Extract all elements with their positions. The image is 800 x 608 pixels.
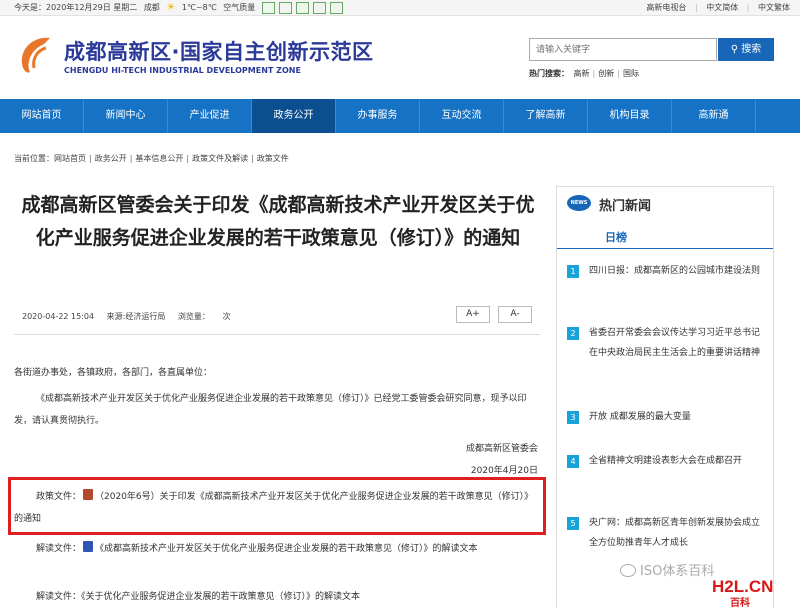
top-info-bar: 今天是：2020年12月29日 星期二 成都 ☀ 1℃~8℃ 空气质量 高新电视…: [0, 0, 800, 16]
accessibility-tool-icon[interactable]: [278, 2, 292, 14]
interpretation-file-label: 解读文件：: [36, 592, 82, 602]
accessibility-tool-icon[interactable]: [295, 2, 309, 14]
breadcrumb-item[interactable]: 基本信息公开: [135, 154, 183, 163]
nav-services[interactable]: 办事服务: [336, 99, 420, 133]
interpretation-file-line: 解读文件：《关于优化产业服务促进企业发展的若干政策意见（修订）》的解读文本: [14, 586, 538, 608]
hot-news-link[interactable]: 开放 成都发展的最大变量: [567, 407, 763, 427]
article-views-unit: 次: [222, 312, 231, 321]
tab-daily-label: 日榜: [605, 231, 627, 244]
breadcrumb-item[interactable]: 政务公开: [95, 154, 127, 163]
rank-number: 4: [567, 455, 579, 468]
site-subtitle: CHENGDU HI-TECH INDUSTRIAL DEVELOPMENT Z…: [64, 66, 301, 75]
rank-number: 3: [567, 411, 579, 424]
wechat-watermark-text: ISO体系百科: [640, 564, 715, 579]
hot-news-title: 热门新闻: [599, 199, 652, 214]
hot-search: 热门搜索： 高新 | 创新 | 国际: [529, 69, 639, 78]
divider: [14, 334, 540, 335]
tab-daily[interactable]: 日榜: [557, 227, 773, 249]
article-views-label: 浏览量：: [177, 312, 210, 321]
link-simplified-chinese[interactable]: 中文简体: [706, 3, 738, 12]
hot-news-panel: NEWS 热门新闻 日榜 1 四川日报：成都高新区的公园城市建设法则 2 省委召…: [556, 186, 774, 608]
hot-news-item[interactable]: 4 全省精神文明建设表彰大会在成都召开: [567, 451, 763, 471]
city-text: 成都: [143, 3, 160, 12]
search-button-label: 搜索: [741, 44, 762, 55]
rank-number: 5: [567, 517, 579, 530]
hot-news-link[interactable]: 四川日报：成都高新区的公园城市建设法则: [567, 261, 763, 281]
hot-search-term[interactable]: 国际: [623, 69, 639, 78]
interpretation-file-link[interactable]: 《成都高新技术产业开发区关于优化产业服务促进企业发展的若干政策意见（修订）》的解…: [95, 544, 478, 554]
article-meta: 2020-04-22 15:04 来源:经济运行局 浏览量： 次: [22, 311, 240, 322]
nav-directory[interactable]: 机构目录: [588, 99, 672, 133]
nav-government-affairs[interactable]: 政务公开: [252, 99, 336, 133]
accessibility-tool-icon[interactable]: [312, 2, 326, 14]
hot-search-term[interactable]: 高新: [574, 69, 590, 78]
search-button[interactable]: ⚲ 搜索: [718, 38, 774, 61]
accessibility-tool-icon[interactable]: [329, 2, 343, 14]
temperature-text: 1℃~8℃: [181, 3, 217, 12]
interpretation-file-label: 解读文件：: [36, 544, 82, 554]
site-watermark-cn: 百科: [730, 598, 750, 608]
breadcrumb-item[interactable]: 政策文件及解读: [192, 154, 248, 163]
nav-industry[interactable]: 产业促进: [168, 99, 252, 133]
hot-news-item[interactable]: 1 四川日报：成都高新区的公园城市建设法则: [567, 261, 763, 281]
hot-search-label: 热门搜索：: [529, 69, 569, 78]
interpretation-file-link[interactable]: 《关于优化产业服务促进企业发展的若干政策意见（修订）》的解读文本: [81, 592, 360, 602]
hot-news-item[interactable]: 5 央广网：成都高新区青年创新发展协会成立 全方位助推青年人才成长: [567, 513, 763, 553]
signature: 成都高新区管委会: [465, 444, 538, 454]
hot-news-link[interactable]: 央广网：成都高新区青年创新发展协会成立 全方位助推青年人才成长: [567, 513, 763, 553]
rank-number: 1: [567, 265, 579, 278]
site-title: 成都高新区·国家自主创新示范区: [64, 40, 374, 64]
main-nav: 网站首页 新闻中心 产业促进 政务公开 办事服务 互动交流 了解高新 机构目录 …: [0, 99, 800, 133]
article-date: 2020-04-22 15:04: [22, 312, 95, 321]
hot-news-item[interactable]: 3 开放 成都发展的最大变量: [567, 407, 763, 427]
nav-about[interactable]: 了解高新: [504, 99, 588, 133]
date-text: 今天是：2020年12月29日 星期二: [14, 3, 138, 12]
air-quality-text: 空气质量: [223, 3, 256, 12]
hot-news-header: NEWS 热门新闻: [557, 187, 773, 221]
font-increase-button[interactable]: A+: [456, 306, 490, 323]
breadcrumb: 当前位置：网站首页 | 政务公开 | 基本信息公开 | 政策文件及解读 | 政策文件: [14, 154, 289, 163]
search-icon: ⚲: [730, 44, 739, 55]
rank-number: 2: [567, 327, 579, 340]
hot-news-item[interactable]: 2 省委召开常委会会议传达学习习近平总书记在中央政治局民主生活会上的重要讲话精神: [567, 323, 763, 363]
highlight-box: [8, 477, 546, 535]
nav-news-center[interactable]: 新闻中心: [84, 99, 168, 133]
site-logo-icon[interactable]: [16, 34, 56, 76]
hot-news-link[interactable]: 省委召开常委会会议传达学习习近平总书记在中央政治局民主生活会上的重要讲话精神: [567, 323, 763, 363]
wechat-icon: [620, 564, 636, 577]
nav-home[interactable]: 网站首页: [0, 99, 84, 133]
article-source: 来源:经济运行局: [106, 312, 166, 321]
document-icon: [83, 541, 94, 552]
hot-search-term[interactable]: 创新: [598, 69, 614, 78]
article-body: 《成都高新技术产业开发区关于优化产业服务促进企业发展的若干政策意见（修订）》已经…: [14, 394, 527, 426]
breadcrumb-label: 当前位置：: [14, 154, 54, 163]
wechat-watermark: ISO体系百科: [620, 560, 714, 579]
sun-icon: ☀: [166, 2, 176, 13]
interpretation-file-line: 解读文件： 《成都高新技术产业开发区关于优化产业服务促进企业发展的若干政策意见（修…: [14, 538, 538, 560]
news-icon: NEWS: [567, 195, 591, 211]
breadcrumb-item[interactable]: 政策文件: [257, 154, 289, 163]
article-title: 成都高新区管委会关于印发《成都高新技术产业开发区关于优化产业服务促进企业发展的若…: [21, 194, 535, 249]
nav-interaction[interactable]: 互动交流: [420, 99, 504, 133]
breadcrumb-item[interactable]: 网站首页: [54, 154, 86, 163]
search-input[interactable]: [529, 38, 717, 61]
nav-gaoxintong[interactable]: 高新通: [672, 99, 756, 133]
hot-news-link[interactable]: 全省精神文明建设表彰大会在成都召开: [567, 451, 763, 471]
salutation: 各街道办事处，各镇政府，各部门，各直属单位：: [14, 368, 213, 378]
link-tv-station[interactable]: 高新电视台: [646, 3, 686, 12]
font-decrease-button[interactable]: A-: [498, 306, 532, 323]
accessibility-tool-icon[interactable]: [261, 2, 275, 14]
link-traditional-chinese[interactable]: 中文繁体: [758, 3, 790, 12]
